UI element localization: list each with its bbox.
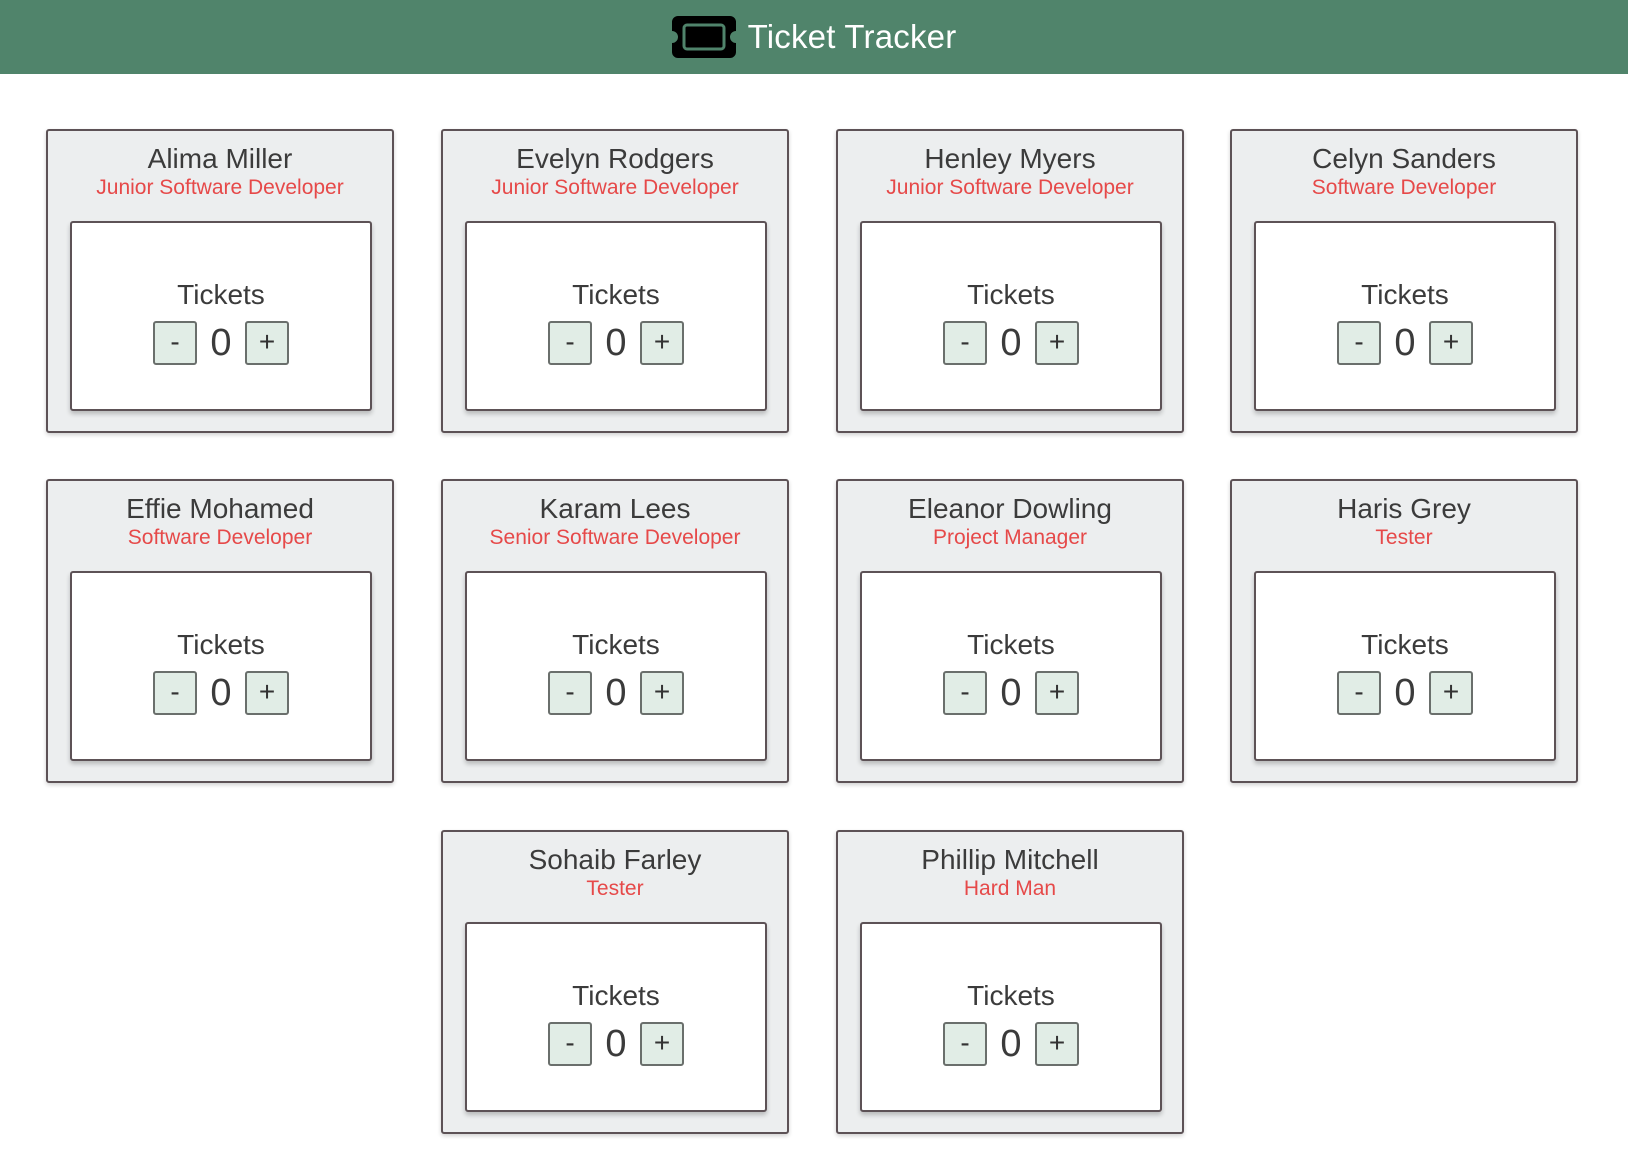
- ticket-panel: Tickets - 0 +: [1254, 221, 1556, 411]
- ticket-panel: Tickets - 0 +: [70, 571, 372, 761]
- ticket-counter: - 0 +: [862, 671, 1160, 715]
- ticket-count: 0: [1000, 1022, 1022, 1065]
- ticket-count: 0: [1000, 671, 1022, 714]
- increment-button[interactable]: +: [1429, 321, 1473, 365]
- increment-button[interactable]: +: [245, 671, 289, 715]
- person-role: Senior Software Developer: [489, 526, 741, 549]
- person-name: Phillip Mitchell: [921, 844, 1099, 875]
- ticket-counter: - 0 +: [1256, 671, 1554, 715]
- person-role: Tester: [1375, 526, 1433, 549]
- tickets-label: Tickets: [572, 629, 660, 660]
- person-card: Effie Mohamed Software Developer Tickets…: [46, 479, 394, 783]
- ticket-counter: - 0 +: [72, 671, 370, 715]
- decrement-button[interactable]: -: [153, 321, 197, 365]
- increment-button[interactable]: +: [640, 1022, 684, 1066]
- decrement-button[interactable]: -: [1337, 321, 1381, 365]
- person-role: Software Developer: [1311, 176, 1497, 199]
- ticket-panel: Tickets - 0 +: [860, 221, 1162, 411]
- ticket-count: 0: [605, 671, 627, 714]
- decrement-button[interactable]: -: [548, 321, 592, 365]
- decrement-button[interactable]: -: [548, 671, 592, 715]
- person-name: Alima Miller: [147, 143, 293, 174]
- ticket-icon: [671, 16, 736, 58]
- person-name: Haris Grey: [1337, 493, 1471, 524]
- ticket-count: 0: [1394, 671, 1416, 714]
- ticket-panel: Tickets - 0 +: [465, 221, 767, 411]
- ticket-count: 0: [210, 671, 232, 714]
- person-card: Haris Grey Tester Tickets - 0 +: [1230, 479, 1578, 783]
- decrement-button[interactable]: -: [548, 1022, 592, 1066]
- person-name: Karam Lees: [539, 493, 691, 524]
- tickets-label: Tickets: [1361, 279, 1449, 310]
- app-header: Ticket Tracker: [0, 0, 1628, 74]
- ticket-counter: - 0 +: [467, 321, 765, 365]
- tickets-label: Tickets: [967, 629, 1055, 660]
- person-name: Eleanor Dowling: [908, 493, 1112, 524]
- header-brand: Ticket Tracker: [671, 16, 957, 58]
- person-card: Eleanor Dowling Project Manager Tickets …: [836, 479, 1184, 783]
- person-card: Karam Lees Senior Software Developer Tic…: [441, 479, 789, 783]
- increment-button[interactable]: +: [640, 321, 684, 365]
- ticket-count: 0: [210, 321, 232, 364]
- person-card: Alima Miller Junior Software Developer T…: [46, 129, 394, 433]
- decrement-button[interactable]: -: [943, 321, 987, 365]
- ticket-panel: Tickets - 0 +: [860, 922, 1162, 1112]
- ticket-panel: Tickets - 0 +: [70, 221, 372, 411]
- person-role: Hard Man: [963, 877, 1057, 900]
- decrement-button[interactable]: -: [1337, 671, 1381, 715]
- person-card: Evelyn Rodgers Junior Software Developer…: [441, 129, 789, 433]
- app-title: Ticket Tracker: [747, 18, 957, 55]
- ticket-counter: - 0 +: [1256, 321, 1554, 365]
- person-name: Sohaib Farley: [528, 844, 702, 875]
- increment-button[interactable]: +: [640, 671, 684, 715]
- tickets-label: Tickets: [177, 279, 265, 310]
- decrement-button[interactable]: -: [943, 1022, 987, 1066]
- ticket-counter: - 0 +: [72, 321, 370, 365]
- tickets-label: Tickets: [1361, 629, 1449, 660]
- ticket-counter: - 0 +: [467, 1022, 765, 1066]
- person-role: Project Manager: [932, 526, 1088, 549]
- person-card: Phillip Mitchell Hard Man Tickets - 0 +: [836, 830, 1184, 1134]
- person-name: Henley Myers: [924, 143, 1096, 174]
- ticket-count: 0: [605, 1022, 627, 1065]
- person-name: Evelyn Rodgers: [516, 143, 714, 174]
- person-role: Software Developer: [127, 526, 313, 549]
- ticket-panel: Tickets - 0 +: [465, 922, 767, 1112]
- ticket-counter: - 0 +: [467, 671, 765, 715]
- person-role: Tester: [586, 877, 644, 900]
- person-role: Junior Software Developer: [886, 176, 1134, 199]
- person-card: Sohaib Farley Tester Tickets - 0 +: [441, 830, 789, 1134]
- ticket-count: 0: [1394, 321, 1416, 364]
- ticket-counter: - 0 +: [862, 321, 1160, 365]
- ticket-count: 0: [1000, 321, 1022, 364]
- person-role: Junior Software Developer: [491, 176, 739, 199]
- person-role: Junior Software Developer: [96, 176, 344, 199]
- increment-button[interactable]: +: [1035, 671, 1079, 715]
- increment-button[interactable]: +: [1429, 671, 1473, 715]
- ticket-counter: - 0 +: [862, 1022, 1160, 1066]
- tickets-label: Tickets: [177, 629, 265, 660]
- ticket-count: 0: [605, 321, 627, 364]
- ticket-panel: Tickets - 0 +: [465, 571, 767, 761]
- person-name: Celyn Sanders: [1312, 143, 1496, 174]
- increment-button[interactable]: +: [1035, 1022, 1079, 1066]
- person-card: Celyn Sanders Software Developer Tickets…: [1230, 129, 1578, 433]
- tickets-label: Tickets: [572, 980, 660, 1011]
- decrement-button[interactable]: -: [153, 671, 197, 715]
- person-card: Henley Myers Junior Software Developer T…: [836, 129, 1184, 433]
- person-name: Effie Mohamed: [126, 493, 314, 524]
- tickets-label: Tickets: [967, 279, 1055, 310]
- ticket-panel: Tickets - 0 +: [1254, 571, 1556, 761]
- increment-button[interactable]: +: [1035, 321, 1079, 365]
- tickets-label: Tickets: [572, 279, 660, 310]
- increment-button[interactable]: +: [245, 321, 289, 365]
- decrement-button[interactable]: -: [943, 671, 987, 715]
- ticket-panel: Tickets - 0 +: [860, 571, 1162, 761]
- tickets-label: Tickets: [967, 980, 1055, 1011]
